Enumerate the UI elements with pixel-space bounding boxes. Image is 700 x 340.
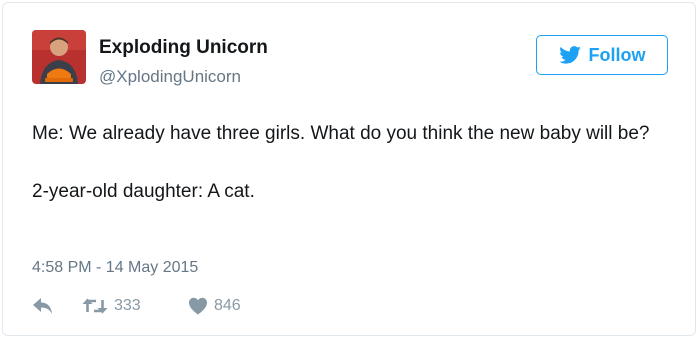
twitter-bird-icon xyxy=(558,46,581,64)
tweet-text: Me: We already have three girls. What do… xyxy=(32,119,672,206)
tweet-text-paragraph-1: Me: We already have three girls. What do… xyxy=(32,123,650,144)
tweet-timestamp[interactable]: 4:58 PM - 14 May 2015 xyxy=(32,259,198,277)
heart-icon xyxy=(188,297,208,315)
avatar-photo-icon xyxy=(32,30,86,84)
retweet-count: 333 xyxy=(114,297,141,314)
display-name[interactable]: Exploding Unicorn xyxy=(99,37,268,59)
like-count: 846 xyxy=(214,297,241,314)
retweet-icon xyxy=(82,297,108,315)
tweet-card: Exploding Unicorn @XplodingUnicorn Follo… xyxy=(2,2,696,336)
follow-button-label: Follow xyxy=(588,44,646,65)
follow-button[interactable]: Follow xyxy=(536,35,668,75)
user-handle[interactable]: @XplodingUnicorn xyxy=(99,67,241,87)
tweet-text-paragraph-2: 2-year-old daughter: A cat. xyxy=(32,181,255,202)
retweet-button[interactable]: 333 xyxy=(82,291,141,321)
avatar[interactable] xyxy=(32,30,86,84)
reply-button[interactable] xyxy=(32,291,54,321)
like-button[interactable]: 846 xyxy=(188,291,241,321)
reply-icon xyxy=(32,297,54,315)
